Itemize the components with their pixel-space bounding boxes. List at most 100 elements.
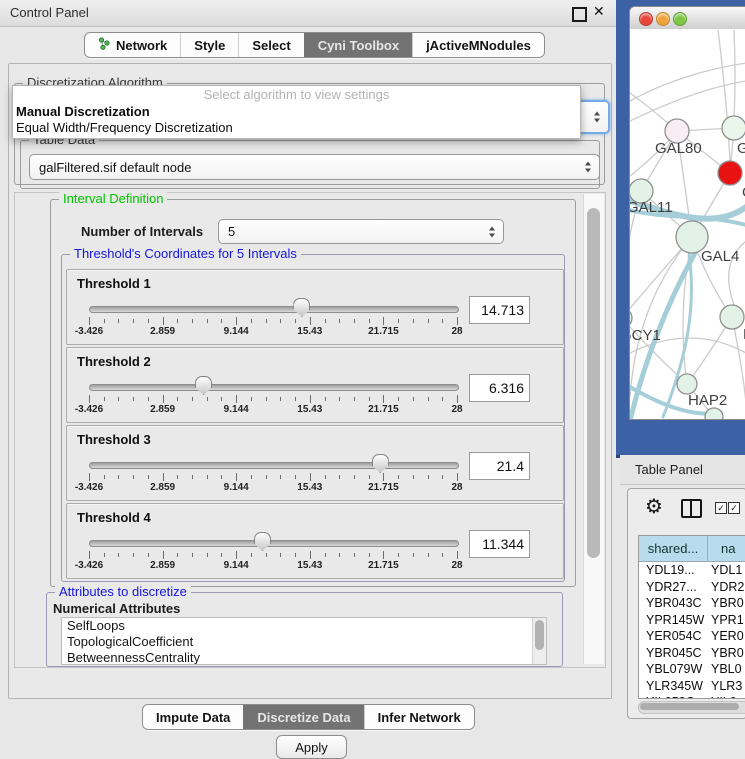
table-rows: YDL19...YDL1YDR27...YDR2YBR043CYBR0YPR14… [639,562,745,699]
threshold-value-input[interactable] [469,374,530,402]
numerical-attributes-list[interactable]: SelfLoopsTopologicalCoefficientBetweenne… [61,617,547,665]
list-scrollbar[interactable] [532,618,546,664]
tab-cyni-toolbox[interactable]: Cyni Toolbox [304,33,412,57]
close-traffic-light-icon[interactable] [639,12,653,26]
slider-ticks [89,551,457,560]
table-row[interactable]: YBR045CYBR0 [639,645,745,662]
network-window-titlebar[interactable] [630,7,745,30]
tab-infer-network[interactable]: Infer Network [364,705,474,729]
tab-network-label: Network [116,38,167,53]
vertical-scrollbar[interactable] [583,194,604,664]
threshold-slider[interactable]: -3.4262.8599.14415.4321.71528 [89,504,457,578]
column-header-name[interactable]: na [708,536,745,561]
algorithm-dropdown-popup: Select algorithm to view settings Manual… [12,85,581,139]
tab-jactivemnodules[interactable]: jActiveMNodules [412,33,544,57]
column-header-shared[interactable]: shared... [639,536,708,561]
threshold-slider[interactable]: -3.4262.8599.14415.4321.71528 [89,348,457,422]
network-window-frame: GAL80GACGAL11GAL4GCY1HHAP2 [616,0,745,458]
gear-icon[interactable]: ⚙ [645,494,663,518]
slider-track[interactable] [89,462,459,469]
svg-text:GA: GA [737,140,745,157]
algorithm-option-equal-width[interactable]: Equal Width/Frequency Discretization [13,120,580,136]
slider-thumb[interactable] [254,532,271,551]
scrollbar-thumb[interactable] [640,703,739,710]
table-data-select[interactable]: galFiltered.sif default node [29,154,600,180]
algorithm-option-manual[interactable]: Manual Discretization [13,104,580,120]
tab-discretize-data[interactable]: Discretize Data [243,705,363,729]
select-stepper-icon [489,226,495,237]
table-row[interactable]: YPR145WYPR1 [639,612,745,629]
scrollbar-thumb[interactable] [535,620,544,650]
table-header-row: shared... na [639,536,745,562]
table-panel-titlebar: Table Panel [620,455,745,485]
node-attribute-table[interactable]: shared... na YDL19...YDL1YDR27...YDR2YBR… [638,535,745,699]
network-canvas[interactable]: GAL80GACGAL11GAL4GCY1HHAP2 [630,29,745,419]
tab-style[interactable]: Style [180,33,238,57]
control-panel-titlebar: Control Panel ✕ [0,0,620,27]
threshold-panel: Threshold 4 -3.4262.8599.14415.4321.7152… [66,503,564,579]
slider-thumb[interactable] [293,298,310,317]
table-row[interactable]: YDR27...YDR2 [639,579,745,596]
slider-ticks [89,473,457,482]
threshold-value-input[interactable] [469,452,530,480]
thresholds-group: Threshold's Coordinates for 5 Intervals … [61,254,565,582]
network-view-window: GAL80GACGAL11GAL4GCY1HHAP2 [629,6,745,420]
slider-scale-labels: -3.4262.8599.14415.4321.71528 [89,560,457,572]
slider-thumb[interactable] [195,376,212,395]
slider-track[interactable] [89,540,459,547]
number-of-intervals-select[interactable]: 5 [218,219,504,244]
scrollbar-thumb[interactable] [587,208,600,558]
table-data-selected-value: galFiltered.sif default node [39,160,191,175]
attributes-group: Attributes to discretize Numerical Attri… [46,592,563,667]
tab-select[interactable]: Select [238,33,303,57]
list-item[interactable]: SelfLoops [62,618,546,634]
threshold-slider[interactable]: -3.4262.8599.14415.4321.71528 [89,426,457,500]
svg-text:HAP2: HAP2 [688,392,727,409]
settings-scroll-area: Interval Definition Number of Intervals … [14,192,606,668]
svg-text:GAL4: GAL4 [701,248,739,265]
float-window-icon[interactable] [572,7,587,22]
svg-text:GAL80: GAL80 [655,140,702,157]
tab-impute-data[interactable]: Impute Data [143,705,243,729]
threshold-slider[interactable]: -3.4262.8599.14415.4321.71528 [89,270,457,344]
table-row[interactable]: YIL052CYIL0 [639,694,745,699]
network-icon [98,37,110,53]
threshold-value-input[interactable] [469,296,530,324]
bottom-tabbar: Impute Data Discretize Data Infer Networ… [142,704,475,730]
threshold-panel: Threshold 2 -3.4262.8599.14415.4321.7152… [66,347,564,423]
slider-thumb[interactable] [372,454,389,473]
table-row[interactable]: YBL079WYBL0 [639,661,745,678]
close-icon[interactable]: ✕ [593,3,605,20]
numerical-attributes-label: Numerical Attributes [53,601,180,616]
cyni-toolbox-panel: Discretization Algorithm Table Data galF… [8,63,612,699]
interval-definition-group: Interval Definition Number of Intervals … [50,199,576,587]
thresholds-group-label: Threshold's Coordinates for 5 Intervals [70,247,301,261]
interval-definition-label: Interval Definition [59,192,167,206]
list-item[interactable]: TopologicalCoefficient [62,634,546,650]
tab-network[interactable]: Network [85,33,180,57]
slider-track[interactable] [89,384,459,391]
select-stepper-icon [585,162,591,173]
table-row[interactable]: YLR345WYLR3 [639,678,745,695]
slider-track[interactable] [89,306,459,313]
table-row[interactable]: YER054CYER0 [639,628,745,645]
slider-scale-labels: -3.4262.8599.14415.4321.71528 [89,482,457,494]
slider-scale-labels: -3.4262.8599.14415.4321.71528 [89,326,457,338]
zoom-traffic-light-icon[interactable] [673,12,687,26]
split-columns-icon[interactable] [681,499,702,518]
table-row[interactable]: YDL19...YDL1 [639,562,745,579]
checkbox-icon[interactable]: ✓ [728,502,740,514]
list-item[interactable]: BetweennessCentrality [62,650,546,665]
control-panel-tabbar: Network Style Select Cyni Toolbox jActiv… [84,32,545,58]
minimize-traffic-light-icon[interactable] [656,12,670,26]
horizontal-scrollbar[interactable] [638,701,745,714]
threshold-value-input[interactable] [469,530,530,558]
svg-text:GAL11: GAL11 [630,199,673,216]
algorithm-placeholder: Select algorithm to view settings [13,86,580,104]
checkbox-icon[interactable]: ✓ [715,502,727,514]
slider-ticks [89,317,457,326]
apply-button[interactable]: Apply [276,735,347,759]
table-row[interactable]: YBR043CYBR0 [639,595,745,612]
number-of-intervals-label: Number of Intervals [81,224,203,239]
table-data-group: Table Data galFiltered.sif default node [20,140,600,189]
